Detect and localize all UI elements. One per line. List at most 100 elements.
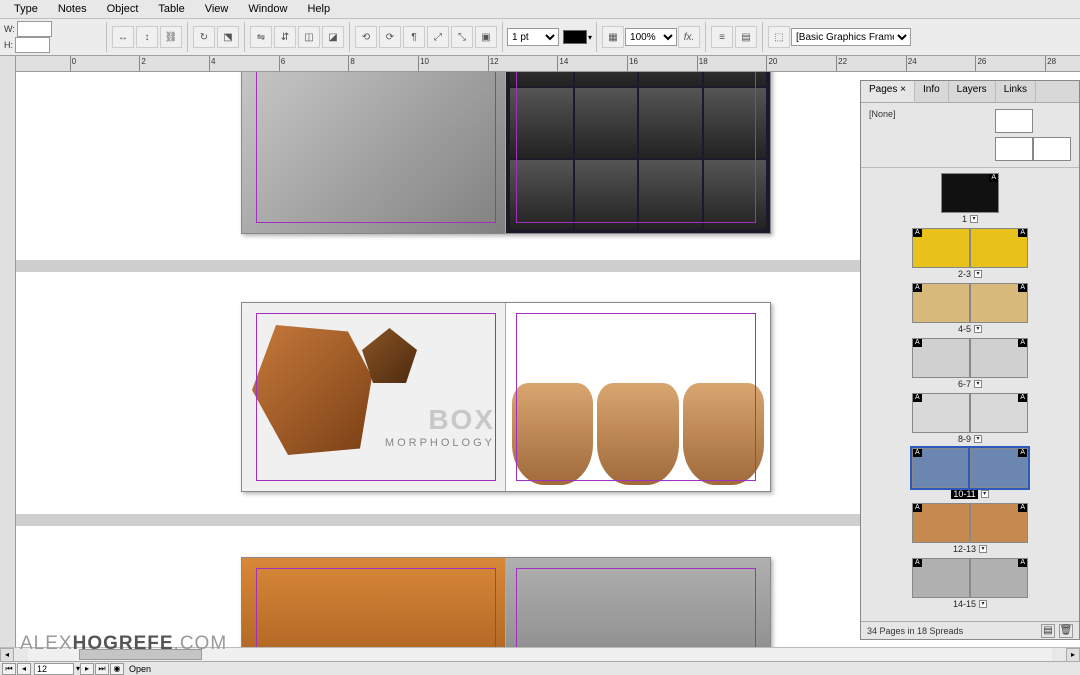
- opacity-icon[interactable]: ▦: [602, 26, 624, 48]
- status-bar: ⏮ ◂ ▾ ▸ ⏭ ◉ Open: [0, 661, 1080, 675]
- menu-table[interactable]: Table: [148, 1, 194, 17]
- flip-v-icon[interactable]: ⇵: [274, 26, 296, 48]
- page-row[interactable]: AA8-9▾: [861, 393, 1079, 444]
- menu-help[interactable]: Help: [297, 1, 340, 17]
- new-page-icon[interactable]: ▤: [1041, 624, 1055, 638]
- master-pages[interactable]: [None]: [861, 103, 1079, 168]
- spread-12-13[interactable]: BOX MORPHOLOGY: [241, 302, 771, 492]
- none-master[interactable]: [None]: [869, 109, 896, 119]
- scroll-right-icon[interactable]: ▸: [1066, 648, 1080, 662]
- center-icon[interactable]: ▣: [475, 26, 497, 48]
- wooden-box-image: [362, 328, 417, 383]
- page-row[interactable]: AA4-5▾: [861, 283, 1079, 334]
- paragraph-icon[interactable]: ¶: [403, 26, 425, 48]
- page-number: 10-11▾: [951, 489, 988, 499]
- prev-page-icon[interactable]: ◂: [17, 663, 31, 675]
- shear-icon[interactable]: ⬔: [217, 26, 239, 48]
- page-thumb[interactable]: A: [970, 558, 1028, 598]
- current-page-input[interactable]: [34, 663, 74, 675]
- open-label[interactable]: Open: [129, 664, 151, 674]
- next-page-icon[interactable]: ▸: [80, 663, 94, 675]
- page-thumb[interactable]: A: [941, 173, 999, 213]
- subtitle-text: MORPHOLOGY: [385, 437, 495, 449]
- page-thumb[interactable]: A: [912, 393, 970, 433]
- panel-status: 34 Pages in 18 Spreads ▤ 🗑: [861, 621, 1079, 639]
- rotate-cw-icon[interactable]: ⟳: [379, 26, 401, 48]
- page-thumb[interactable]: A: [970, 503, 1028, 543]
- flip-h-icon[interactable]: ⇋: [250, 26, 272, 48]
- select-content-icon[interactable]: ◪: [322, 26, 344, 48]
- fit-frame-icon[interactable]: ⤡: [451, 26, 473, 48]
- scale-y-icon[interactable]: ↕: [136, 26, 158, 48]
- menu-type[interactable]: Type: [4, 1, 48, 17]
- page-number: 14-15▾: [953, 599, 987, 609]
- page-thumb[interactable]: A: [970, 283, 1028, 323]
- h-input[interactable]: [15, 37, 50, 53]
- h-label: H:: [4, 40, 13, 50]
- master-thumb-none[interactable]: [995, 109, 1033, 133]
- control-bar: W: H: ↔ ↕ ⛓ ↻ ⬔ ⇋ ⇵ ◫ ◪ ⟲ ⟳ ¶ ⤢ ⤡ ▣ 1 pt…: [0, 19, 1080, 56]
- page-row[interactable]: AA6-7▾: [861, 338, 1079, 389]
- scale-x-icon[interactable]: ↔: [112, 26, 134, 48]
- spread-14-15[interactable]: [241, 557, 771, 661]
- tab-links[interactable]: Links: [996, 81, 1036, 102]
- separator: [187, 22, 188, 52]
- separator: [596, 22, 597, 52]
- stroke-weight-select[interactable]: 1 pt: [507, 28, 559, 46]
- page-thumb[interactable]: A: [970, 338, 1028, 378]
- delete-page-icon[interactable]: 🗑: [1059, 624, 1073, 638]
- page-image: [506, 72, 770, 233]
- page-thumb[interactable]: A: [970, 393, 1028, 433]
- page-row[interactable]: AA10-11▾: [861, 448, 1079, 499]
- scroll-left-icon[interactable]: ◂: [0, 648, 14, 662]
- vertical-ruler[interactable]: [0, 56, 16, 661]
- rotate-icon[interactable]: ↻: [193, 26, 215, 48]
- page-thumb[interactable]: A: [912, 338, 970, 378]
- page-thumb[interactable]: A: [970, 448, 1028, 488]
- object-style-select[interactable]: [Basic Graphics Frame]: [791, 28, 911, 46]
- spread-10-11[interactable]: [241, 72, 771, 234]
- page-content: BOX MORPHOLOGY: [242, 303, 505, 491]
- separator: [106, 22, 107, 52]
- zoom-select[interactable]: 100%: [625, 28, 677, 46]
- menu-view[interactable]: View: [195, 1, 239, 17]
- text-wrap-around-icon[interactable]: ▤: [735, 26, 757, 48]
- page-thumb[interactable]: A: [970, 228, 1028, 268]
- constrain-icon[interactable]: ⛓: [160, 26, 182, 48]
- page-thumb[interactable]: A: [912, 503, 970, 543]
- page-thumb[interactable]: A: [912, 448, 970, 488]
- w-input[interactable]: [17, 21, 52, 37]
- menu-bar: Type Notes Object Table View Window Help: [0, 0, 1080, 19]
- page-image: [242, 72, 505, 233]
- text-wrap-none-icon[interactable]: ≡: [711, 26, 733, 48]
- horizontal-ruler[interactable]: 0246810121416182022242628: [0, 56, 1080, 72]
- last-page-icon[interactable]: ⏭: [95, 663, 109, 675]
- first-page-icon[interactable]: ⏮: [2, 663, 16, 675]
- page-thumb[interactable]: A: [912, 558, 970, 598]
- tab-pages[interactable]: Pages ×: [861, 81, 915, 102]
- w-label: W:: [4, 24, 15, 34]
- effects-icon[interactable]: fx.: [678, 26, 700, 48]
- page-thumb[interactable]: A: [912, 228, 970, 268]
- menu-window[interactable]: Window: [238, 1, 297, 17]
- object-style-icon[interactable]: ⬚: [768, 26, 790, 48]
- page-row[interactable]: AA2-3▾: [861, 228, 1079, 279]
- size-fields: W: H:: [4, 21, 94, 53]
- page-row[interactable]: AA12-13▾: [861, 503, 1079, 554]
- pages-panel[interactable]: Pages × Info Layers Links [None] A1▾AA2-…: [860, 80, 1080, 640]
- page-list[interactable]: A1▾AA2-3▾AA4-5▾AA6-7▾AA8-9▾AA10-11▾AA12-…: [861, 168, 1079, 621]
- menu-notes[interactable]: Notes: [48, 1, 97, 17]
- fit-content-icon[interactable]: ⤢: [427, 26, 449, 48]
- preflight-icon[interactable]: ◉: [110, 663, 124, 675]
- page-row[interactable]: AA14-15▾: [861, 558, 1079, 609]
- master-thumb-a-l[interactable]: [995, 137, 1033, 161]
- page-row[interactable]: A1▾: [861, 173, 1079, 224]
- page-thumb[interactable]: A: [912, 283, 970, 323]
- tab-layers[interactable]: Layers: [949, 81, 996, 102]
- tab-info[interactable]: Info: [915, 81, 949, 102]
- menu-object[interactable]: Object: [97, 1, 149, 17]
- master-thumb-a-r[interactable]: [1033, 137, 1071, 161]
- rotate-ccw-icon[interactable]: ⟲: [355, 26, 377, 48]
- stroke-style-swatch[interactable]: [563, 30, 587, 44]
- select-container-icon[interactable]: ◫: [298, 26, 320, 48]
